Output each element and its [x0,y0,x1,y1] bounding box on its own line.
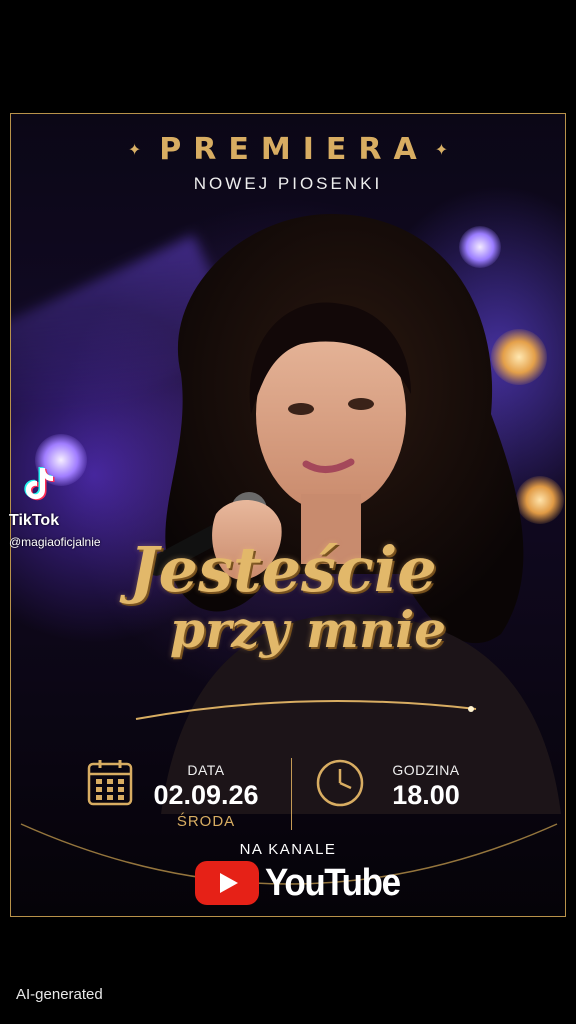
tiktok-logo-icon [24,467,55,501]
date-label: DATA [187,762,225,778]
sparkle-icon: ✦ [127,141,142,159]
youtube-logo: YouTube [195,861,411,905]
clock-icon [316,759,364,807]
channel-label: NA KANALE [239,841,337,858]
youtube-logo-icon [195,861,259,905]
sparkle-icon: ✦ [434,141,449,159]
time-label: GODZINA [392,762,460,778]
song-title-line-2: przy mnie [169,600,447,659]
premiere-heading: PREMIERA [159,132,429,167]
gold-swoosh [135,700,477,720]
tiktok-handle[interactable]: @magiaoficjalnie [9,535,101,549]
tiktok-app-name: TikTok [9,512,60,529]
ai-generated-label: AI-generated [16,986,103,1003]
premiere-heading-row: ✦ PREMIERA ✦ [11,132,565,167]
premiere-subheading: NOWEJ PIOSENKI [193,174,383,193]
song-title: Jesteście przy mnie [11,539,565,655]
calendar-icon [87,760,133,806]
premiere-poster: ✦ PREMIERA ✦ NOWEJ PIOSENKI Jesteście pr… [10,113,566,917]
youtube-wordmark: YouTube [265,861,401,904]
